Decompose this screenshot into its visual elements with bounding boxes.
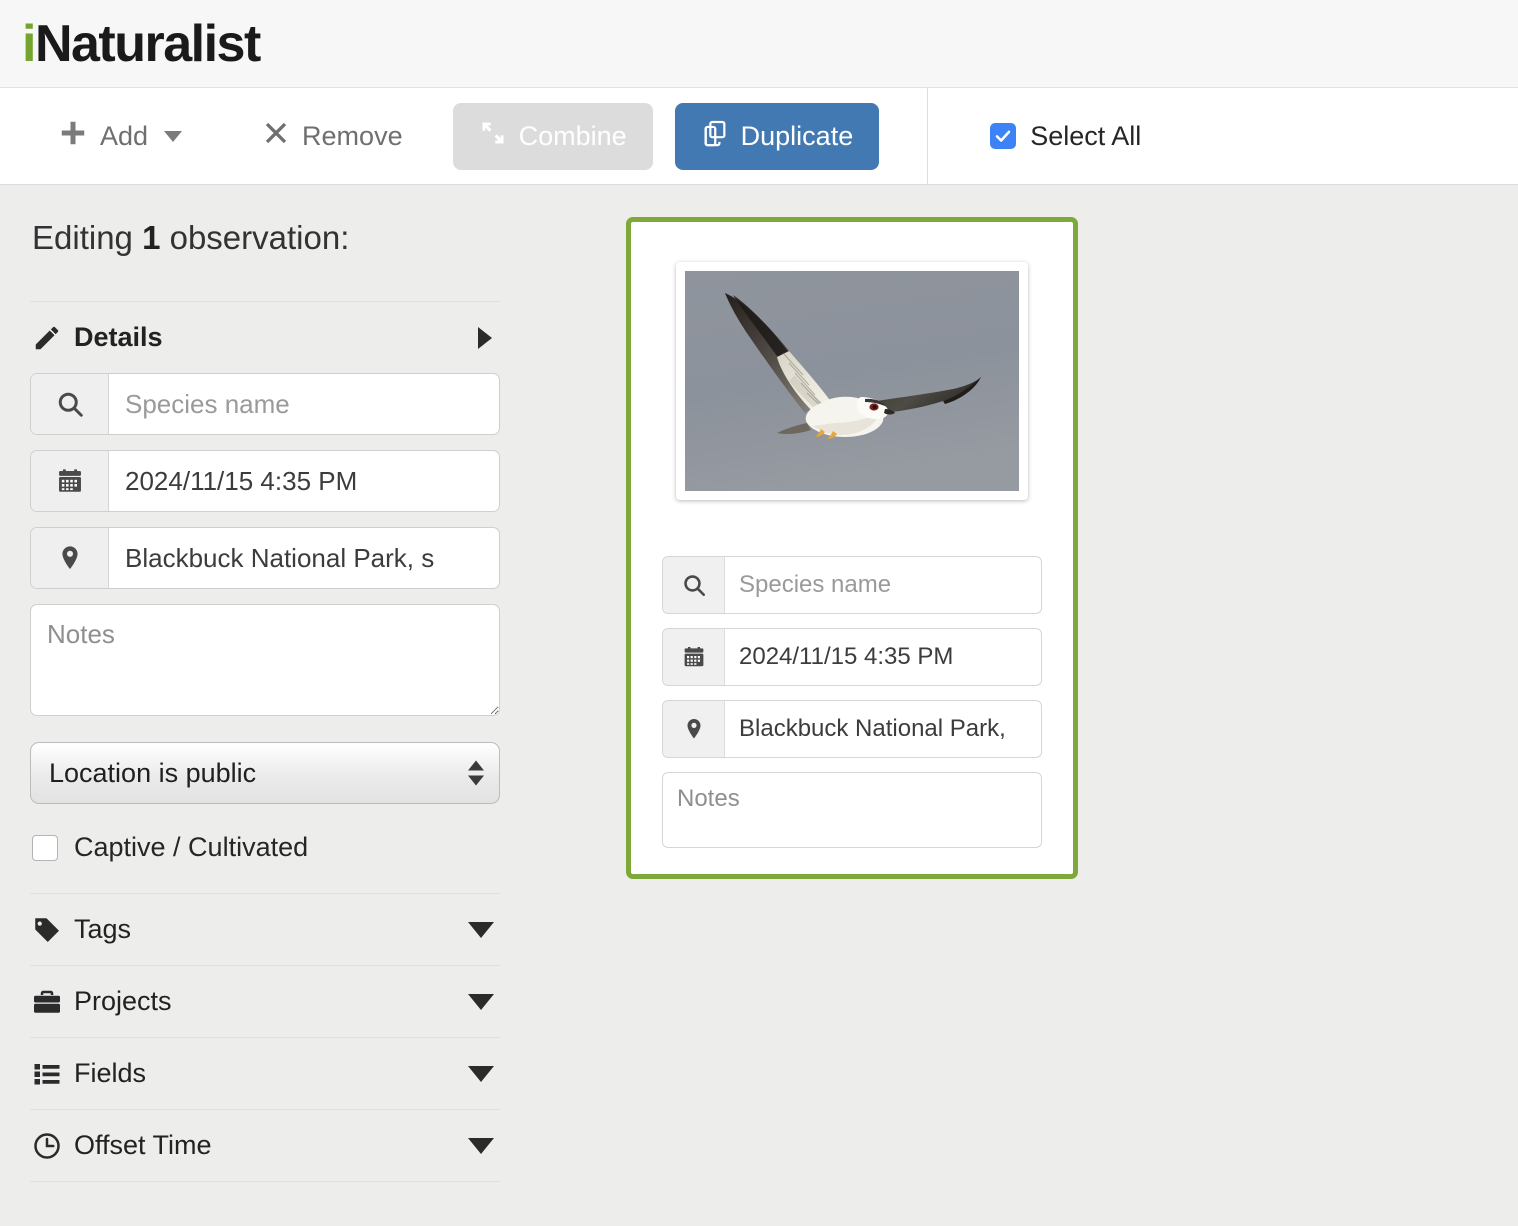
bird-photo-illustration	[685, 271, 1019, 491]
captive-control[interactable]: Captive / Cultivated	[32, 832, 540, 863]
date-field-group[interactable]	[30, 450, 500, 512]
section-details-label: Details	[74, 322, 163, 352]
calendar-icon	[663, 629, 725, 685]
edit-sidebar: Editing 1 observation: Details Species n…	[0, 185, 540, 1226]
editing-suffix: observation:	[160, 219, 350, 256]
chevron-down-icon	[468, 1137, 494, 1154]
species-input[interactable]	[109, 374, 499, 434]
chevron-down-icon	[468, 921, 494, 938]
app-header: i Naturalist	[0, 0, 1518, 88]
card-location-input[interactable]	[725, 701, 1041, 757]
date-input[interactable]	[109, 451, 499, 511]
observation-card[interactable]	[626, 217, 1078, 879]
duplicate-icon	[701, 119, 729, 154]
chevron-down-icon	[468, 1065, 494, 1082]
card-date-input[interactable]	[725, 629, 1041, 685]
combine-button[interactable]: Combine	[452, 102, 653, 170]
toolbar-divider	[927, 88, 929, 184]
notes-textarea[interactable]	[30, 604, 500, 716]
geoprivacy-select-wrapper: Location is public	[30, 742, 500, 804]
map-pin-icon	[663, 701, 725, 757]
card-species-input[interactable]	[725, 557, 1041, 613]
duplicate-button[interactable]: Duplicate	[674, 102, 880, 170]
briefcase-icon	[32, 987, 74, 1017]
duplicate-label: Duplicate	[740, 120, 854, 151]
map-pin-icon	[31, 528, 109, 588]
compress-arrows-icon	[479, 119, 507, 154]
chevron-down-icon	[164, 130, 183, 142]
remove-button[interactable]: Remove	[242, 105, 423, 168]
section-offset-time-label: Offset Time	[74, 1130, 212, 1160]
add-button[interactable]: Add	[38, 104, 202, 169]
section-details[interactable]: Details	[30, 302, 500, 373]
section-fields[interactable]: Fields	[30, 1038, 500, 1109]
section-projects-label: Projects	[74, 986, 172, 1016]
clock-icon	[32, 1131, 74, 1161]
species-field-group[interactable]	[30, 373, 500, 435]
chevron-right-icon	[478, 326, 492, 349]
logo-leaf-i: i	[22, 14, 36, 73]
select-all-checkbox[interactable]	[990, 123, 1017, 149]
geoprivacy-select[interactable]: Location is public	[30, 742, 500, 804]
page-content: Editing 1 observation: Details Species n…	[0, 185, 1518, 1226]
section-fields-label: Fields	[74, 1058, 147, 1088]
location-input[interactable]	[109, 528, 499, 588]
toolbar: Add Remove Combine Duplicate Select All	[0, 88, 1518, 185]
editing-prefix: Editing	[32, 219, 143, 256]
card-location-field-group[interactable]	[662, 700, 1042, 758]
plus-icon	[58, 118, 88, 155]
location-field-group[interactable]	[30, 527, 500, 589]
section-projects[interactable]: Projects	[30, 966, 500, 1037]
combine-label: Combine	[518, 120, 627, 151]
inaturalist-logo[interactable]: i Naturalist	[22, 14, 261, 73]
search-icon	[663, 557, 725, 613]
calendar-icon	[31, 451, 109, 511]
select-all-control[interactable]: Select All	[990, 121, 1141, 152]
divider	[30, 1181, 500, 1182]
card-notes-textarea[interactable]	[662, 772, 1042, 848]
remove-label: Remove	[302, 120, 403, 151]
pencil-icon	[32, 323, 74, 353]
captive-label: Captive / Cultivated	[74, 832, 309, 862]
add-label: Add	[100, 120, 149, 151]
chevron-down-icon	[468, 993, 494, 1010]
logo-wordmark: Naturalist	[34, 14, 261, 73]
select-all-label: Select All	[1030, 120, 1142, 151]
section-tags[interactable]: Tags	[30, 894, 500, 965]
observations-area	[540, 185, 1518, 1226]
observation-photo	[685, 271, 1019, 491]
card-date-field-group[interactable]	[662, 628, 1042, 686]
page-title: Editing 1 observation:	[32, 219, 540, 257]
section-offset-time[interactable]: Offset Time	[30, 1110, 500, 1181]
captive-checkbox[interactable]	[32, 834, 58, 861]
card-species-field-group[interactable]	[662, 556, 1042, 614]
section-tags-label: Tags	[74, 914, 132, 944]
search-icon	[31, 374, 109, 434]
tag-icon	[32, 915, 74, 945]
observation-photo-frame[interactable]	[676, 262, 1028, 500]
list-icon	[32, 1059, 74, 1089]
close-icon	[262, 119, 290, 154]
observation-count: 1	[142, 219, 161, 256]
